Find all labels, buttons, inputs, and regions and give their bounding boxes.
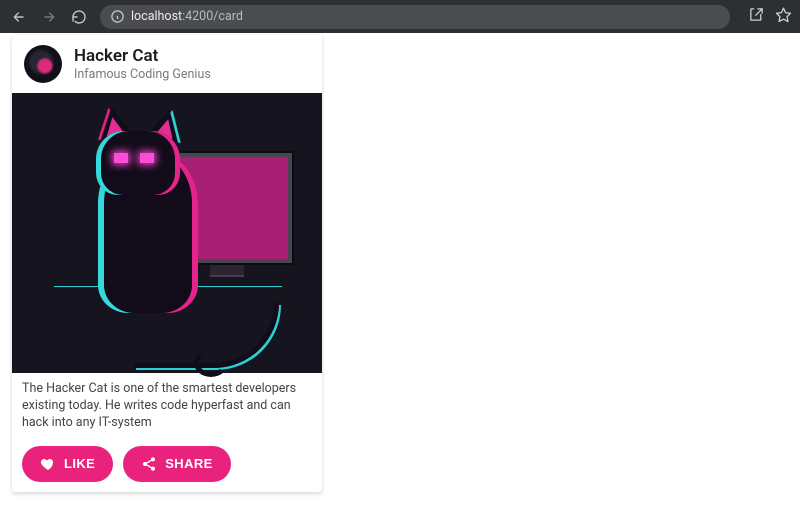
card-description: The Hacker Cat is one of the smartest de… [12,373,322,436]
card-hero-image [12,93,322,373]
arrow-left-icon [11,9,27,25]
card-header: Hacker Cat Infamous Coding Genius [12,35,322,93]
profile-card: Hacker Cat Infamous Coding Genius The Ha… [12,35,322,492]
avatar [24,45,62,83]
back-button[interactable] [8,6,30,28]
nav-controls [8,6,90,28]
like-label: LIKE [64,456,95,471]
share-button[interactable]: SHARE [123,446,231,482]
star-icon [775,6,792,23]
address-bar[interactable]: localhost:4200/card [100,5,730,29]
card-subtitle: Infamous Coding Genius [74,67,211,82]
url-host: localhost [131,9,182,24]
browser-right-controls [748,6,792,27]
browser-toolbar: localhost:4200/card [0,0,800,33]
card-title: Hacker Cat [74,46,211,66]
share-label: SHARE [165,456,213,471]
bookmark-button[interactable] [775,6,792,27]
arrow-right-icon [41,9,57,25]
reload-icon [71,9,87,25]
share-page-button[interactable] [748,6,765,27]
url-text: localhost:4200/card [131,9,243,24]
reload-button[interactable] [68,6,90,28]
url-path: :4200/card [182,9,243,24]
share-box-icon [748,6,765,23]
like-button[interactable]: LIKE [22,446,113,482]
forward-button[interactable] [38,6,60,28]
card-actions: LIKE SHARE [12,436,322,492]
site-info-icon[interactable] [110,9,125,24]
page-content: Hacker Cat Infamous Coding Genius The Ha… [0,33,800,523]
card-title-block: Hacker Cat Infamous Coding Genius [74,46,211,82]
share-icon [141,456,157,472]
heart-icon [40,456,56,472]
